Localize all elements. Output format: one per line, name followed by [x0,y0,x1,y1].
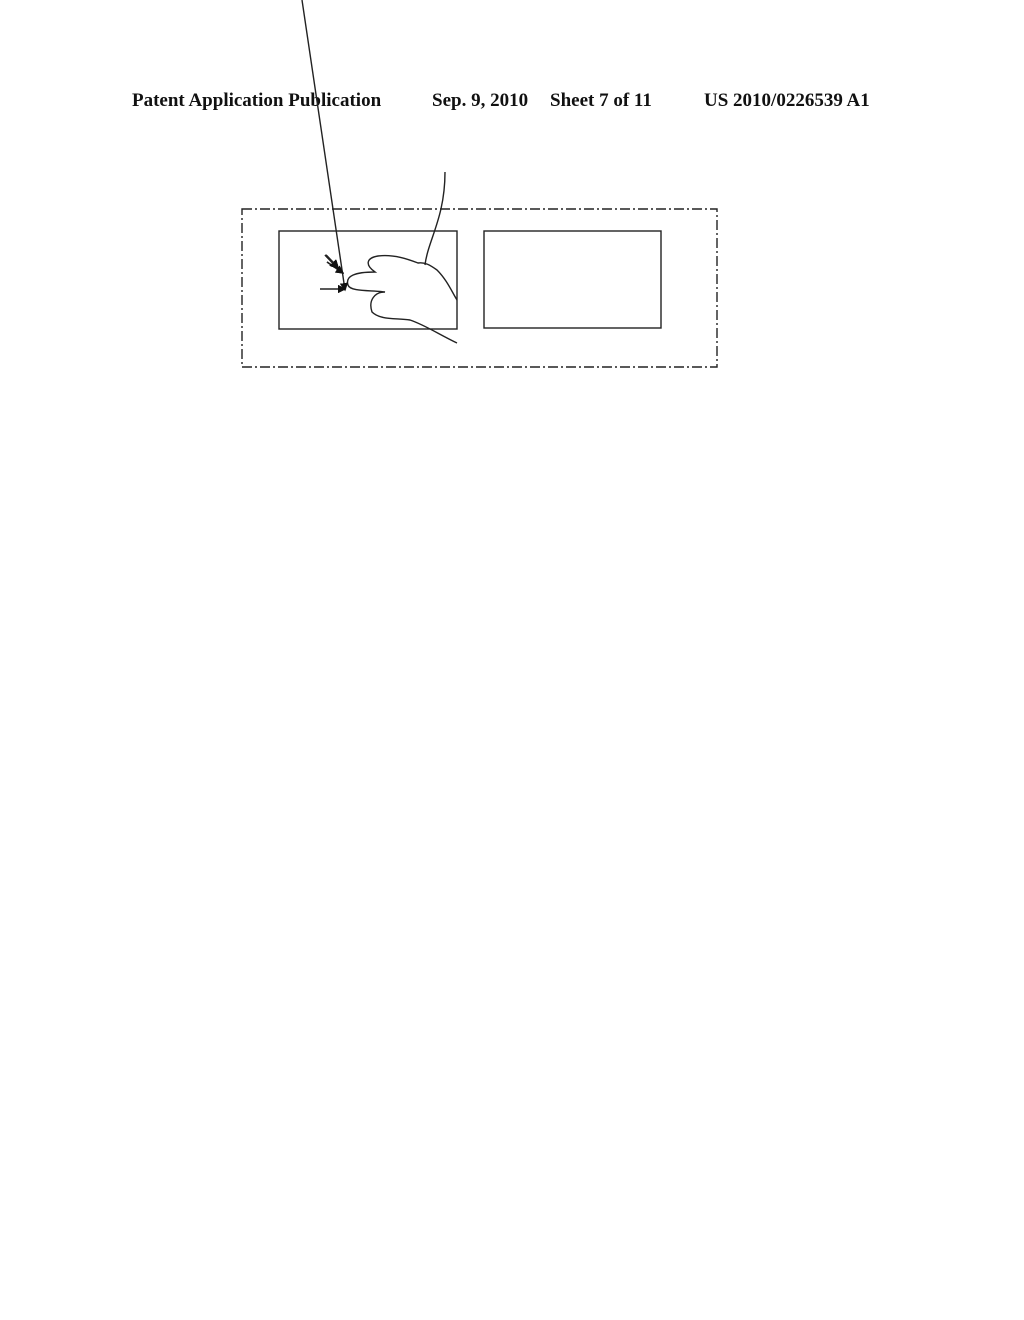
leader-1 [424,171,446,266]
hand-icon [346,254,458,344]
screen-after [483,230,662,329]
figure-drawing [241,0,718,368]
panel-t10-frame [241,208,718,368]
panel-t10 [241,0,718,368]
